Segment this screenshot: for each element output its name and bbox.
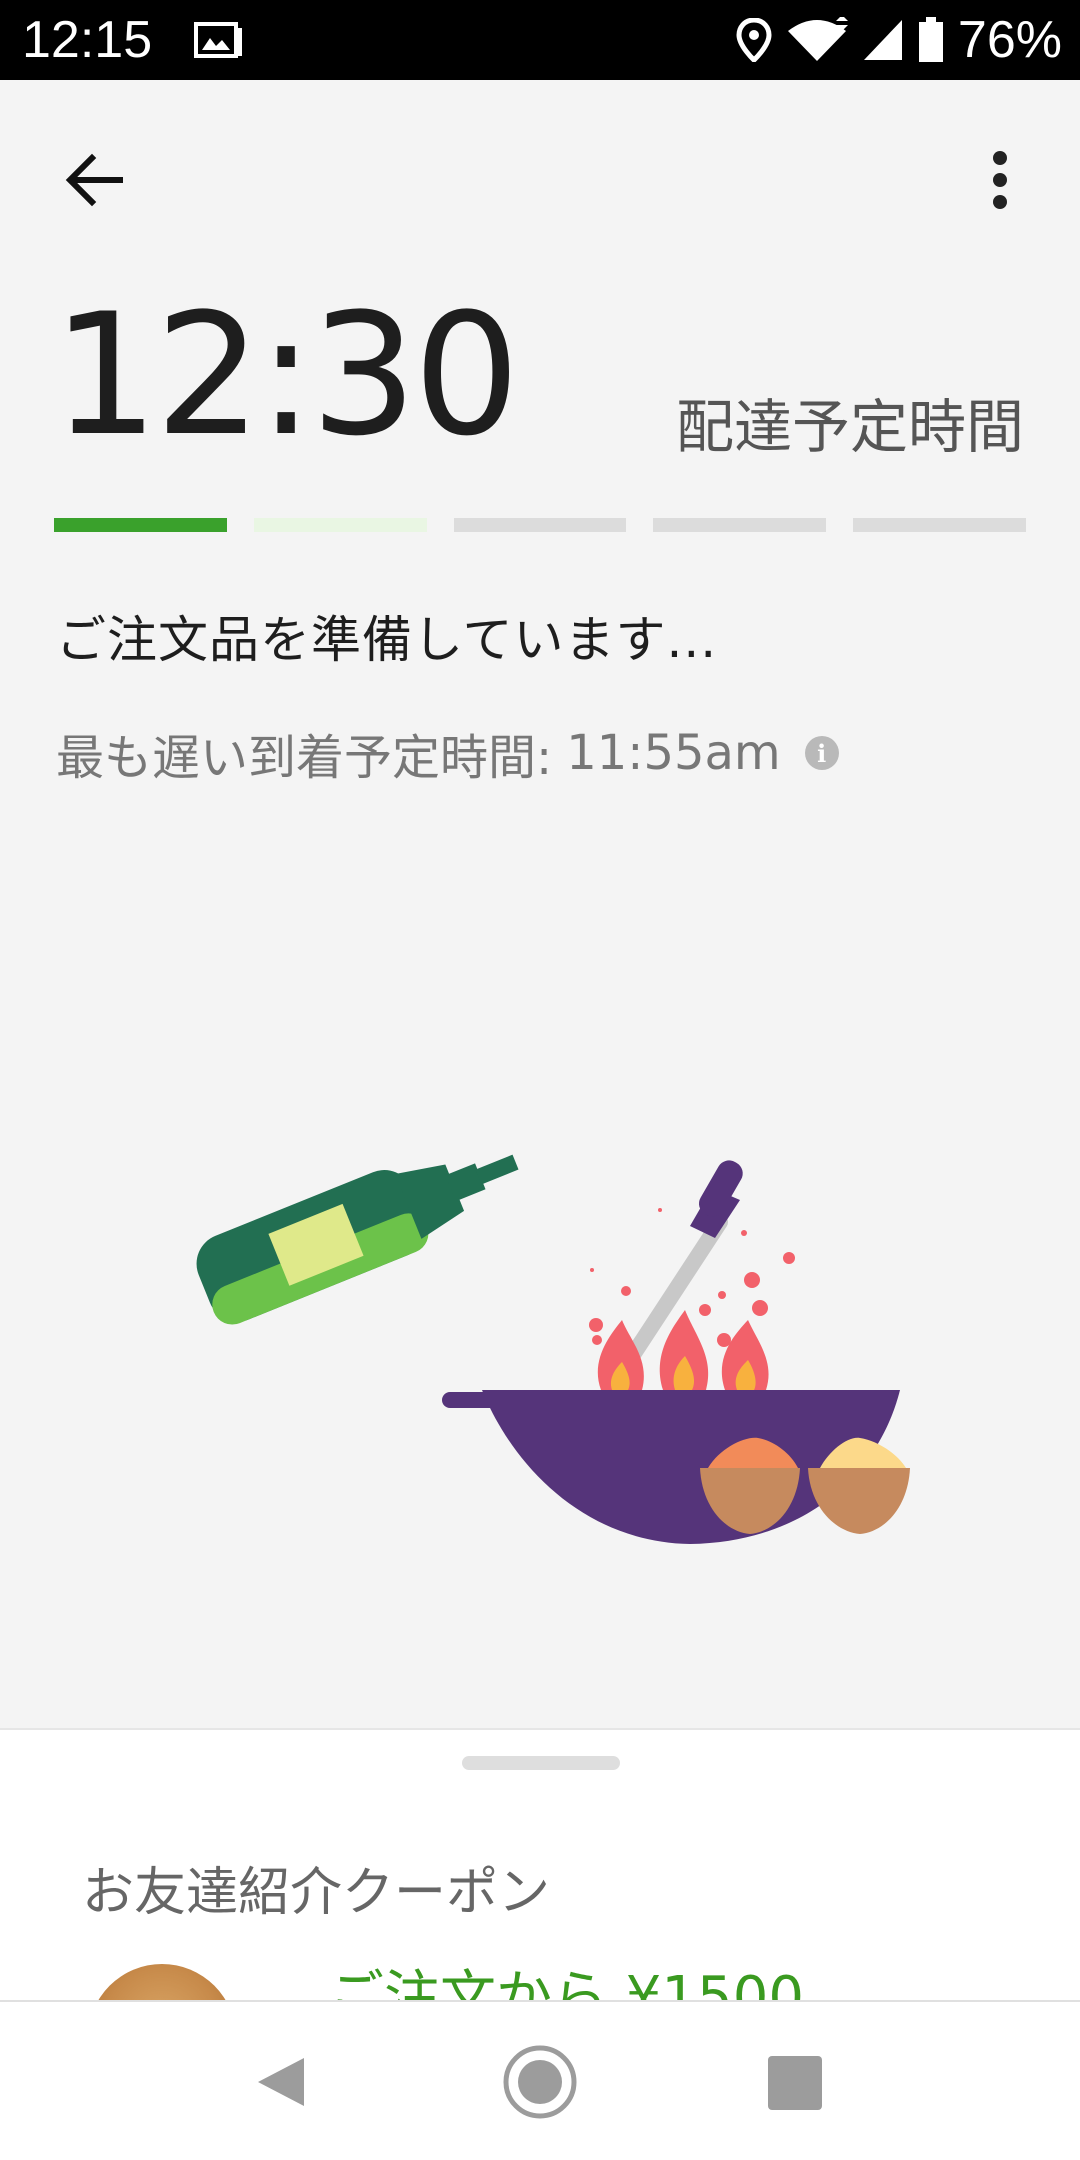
eta-time: 12:30 xyxy=(52,277,520,473)
location-icon xyxy=(736,18,772,62)
progress-step-1 xyxy=(54,518,227,532)
progress-step-5 xyxy=(853,518,1026,532)
more-options-button[interactable] xyxy=(960,140,1040,220)
nav-home-icon[interactable] xyxy=(502,2044,578,2120)
battery-percent: 76% xyxy=(957,11,1062,69)
delivery-progress-bar xyxy=(54,518,1026,532)
info-icon[interactable]: i xyxy=(804,736,839,770)
latest-arrival-time: 11:55am xyxy=(566,725,781,781)
wifi-icon xyxy=(787,17,848,61)
nav-back-icon[interactable] xyxy=(254,2054,310,2110)
status-bar: 12:15 76% xyxy=(0,0,1080,80)
more-vert-icon xyxy=(993,151,1007,209)
status-icons: 76% xyxy=(736,8,1062,72)
promo-text[interactable]: ご注文から ¥1500 xyxy=(328,1952,804,2000)
latest-arrival: 最も遅い到着予定時間: 11:55am i xyxy=(56,718,839,788)
bottom-sheet[interactable]: お友達紹介クーポン ご注文から ¥1500 xyxy=(0,1728,1080,2000)
gallery-icon xyxy=(194,22,242,58)
status-time: 12:15 xyxy=(22,11,153,69)
order-status-message: ご注文品を準備しています... xyxy=(56,611,718,669)
system-nav-bar xyxy=(0,2000,1080,2160)
battery-icon xyxy=(918,17,943,62)
burger-image xyxy=(88,1964,236,2000)
coupon-title: お友達紹介クーポン xyxy=(82,1863,551,1923)
signal-icon xyxy=(863,20,902,60)
progress-step-2 xyxy=(253,518,427,532)
eta-label: 配達予定時間 xyxy=(675,393,1024,461)
progress-step-3 xyxy=(453,518,627,532)
progress-step-4 xyxy=(653,518,827,532)
latest-arrival-label: 最も遅い到着予定時間: xyxy=(56,730,553,786)
back-button[interactable] xyxy=(54,140,134,220)
sheet-drag-handle[interactable] xyxy=(462,1756,620,1770)
arrow-left-icon xyxy=(65,153,123,207)
oil-bottle xyxy=(196,1154,519,1325)
app-bar xyxy=(0,80,1080,270)
nav-recent-icon[interactable] xyxy=(768,2056,822,2110)
cooking-illustration xyxy=(196,1154,910,1544)
